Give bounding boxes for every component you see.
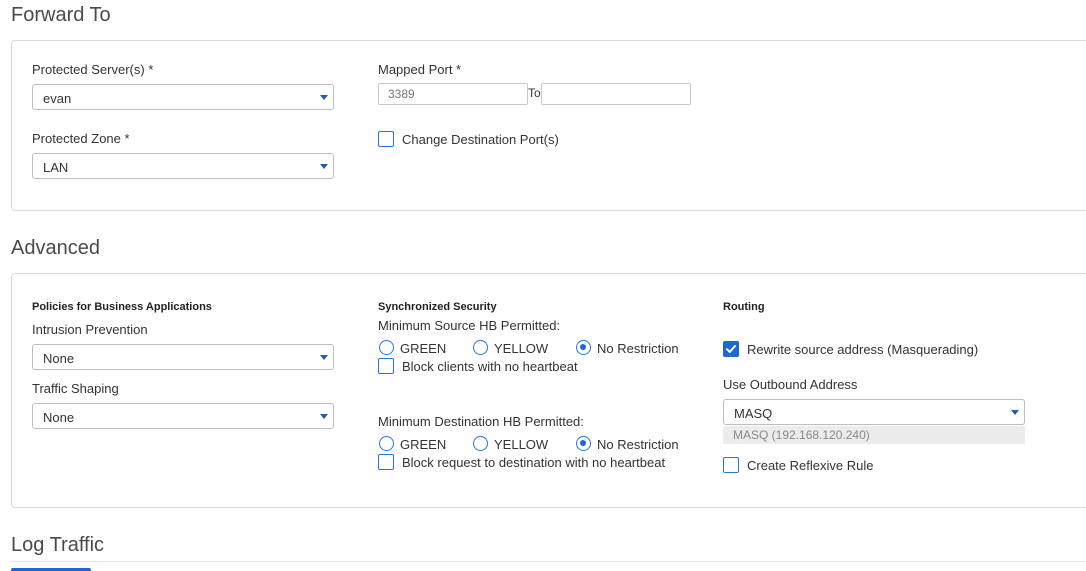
- outbound-address-label: Use Outbound Address: [723, 377, 858, 392]
- mapped-port-from-input[interactable]: [378, 83, 528, 105]
- traffic-shaping-select[interactable]: None: [32, 403, 334, 429]
- dest-yellow-label: YELLOW: [494, 437, 549, 452]
- intrusion-prevention-value: None: [43, 351, 75, 366]
- outbound-address-value: MASQ: [734, 406, 773, 421]
- protected-zone-value: LAN: [43, 160, 69, 175]
- advanced-title: Advanced: [11, 237, 100, 259]
- block-clients-label: Block clients with no heartbeat: [402, 359, 578, 374]
- sync-security-heading: Synchronized Security: [378, 301, 497, 313]
- dest-no-restriction-label: No Restriction: [597, 437, 679, 452]
- min-source-hb-label: Minimum Source HB Permitted:: [378, 318, 561, 333]
- protected-servers-select[interactable]: evan: [32, 84, 334, 110]
- routing-heading: Routing: [723, 301, 765, 313]
- mapped-port-to-input[interactable]: [541, 83, 691, 105]
- chevron-down-icon: [1011, 410, 1019, 415]
- block-clients-checkbox[interactable]: [378, 358, 394, 374]
- change-destination-ports-label: Change Destination Port(s): [402, 132, 559, 147]
- traffic-shaping-label: Traffic Shaping: [32, 381, 119, 396]
- source-yellow-label: YELLOW: [494, 341, 549, 356]
- intrusion-prevention-label: Intrusion Prevention: [32, 322, 148, 337]
- forward-to-title: Forward To: [11, 4, 111, 26]
- dest-yellow-radio[interactable]: [473, 436, 488, 451]
- dest-no-restriction-radio[interactable]: [576, 436, 591, 451]
- protected-zone-label: Protected Zone *: [32, 131, 130, 146]
- block-request-checkbox[interactable]: [378, 454, 394, 470]
- reflexive-rule-label: Create Reflexive Rule: [747, 458, 874, 473]
- mapped-port-label: Mapped Port *: [378, 62, 462, 77]
- source-no-restriction-label: No Restriction: [597, 341, 679, 356]
- source-no-restriction-radio[interactable]: [576, 340, 591, 355]
- rewrite-source-label: Rewrite source address (Masquerading): [747, 342, 979, 357]
- block-request-label: Block request to destination with no hea…: [402, 455, 666, 470]
- source-green-radio[interactable]: [379, 340, 394, 355]
- dest-green-label: GREEN: [400, 437, 447, 452]
- protected-zone-select[interactable]: LAN: [32, 153, 334, 179]
- protected-servers-value: evan: [43, 91, 72, 106]
- change-destination-ports-checkbox[interactable]: [378, 131, 394, 147]
- chevron-down-icon: [320, 414, 328, 419]
- source-yellow-radio[interactable]: [473, 340, 488, 355]
- dest-green-radio[interactable]: [379, 436, 394, 451]
- min-dest-hb-label: Minimum Destination HB Permitted:: [378, 414, 584, 429]
- reflexive-rule-checkbox[interactable]: [723, 457, 739, 473]
- rewrite-source-checkbox[interactable]: [723, 341, 739, 357]
- mapped-port-to-label: To: [528, 86, 541, 100]
- chevron-down-icon: [320, 95, 328, 100]
- outbound-address-select[interactable]: MASQ: [723, 399, 1025, 425]
- intrusion-prevention-select[interactable]: None: [32, 344, 334, 370]
- forward-to-panel: [11, 40, 1086, 211]
- chevron-down-icon: [320, 355, 328, 360]
- chevron-down-icon: [320, 164, 328, 169]
- traffic-shaping-value: None: [43, 410, 75, 425]
- outbound-address-detail: MASQ (192.168.120.240): [723, 426, 1025, 444]
- source-green-label: GREEN: [400, 341, 447, 356]
- policies-heading: Policies for Business Applications: [32, 301, 212, 313]
- log-traffic-divider: [11, 561, 1086, 562]
- log-traffic-title: Log Traffic: [11, 534, 105, 556]
- checkmark-icon: [726, 345, 736, 353]
- protected-servers-label: Protected Server(s) *: [32, 62, 154, 77]
